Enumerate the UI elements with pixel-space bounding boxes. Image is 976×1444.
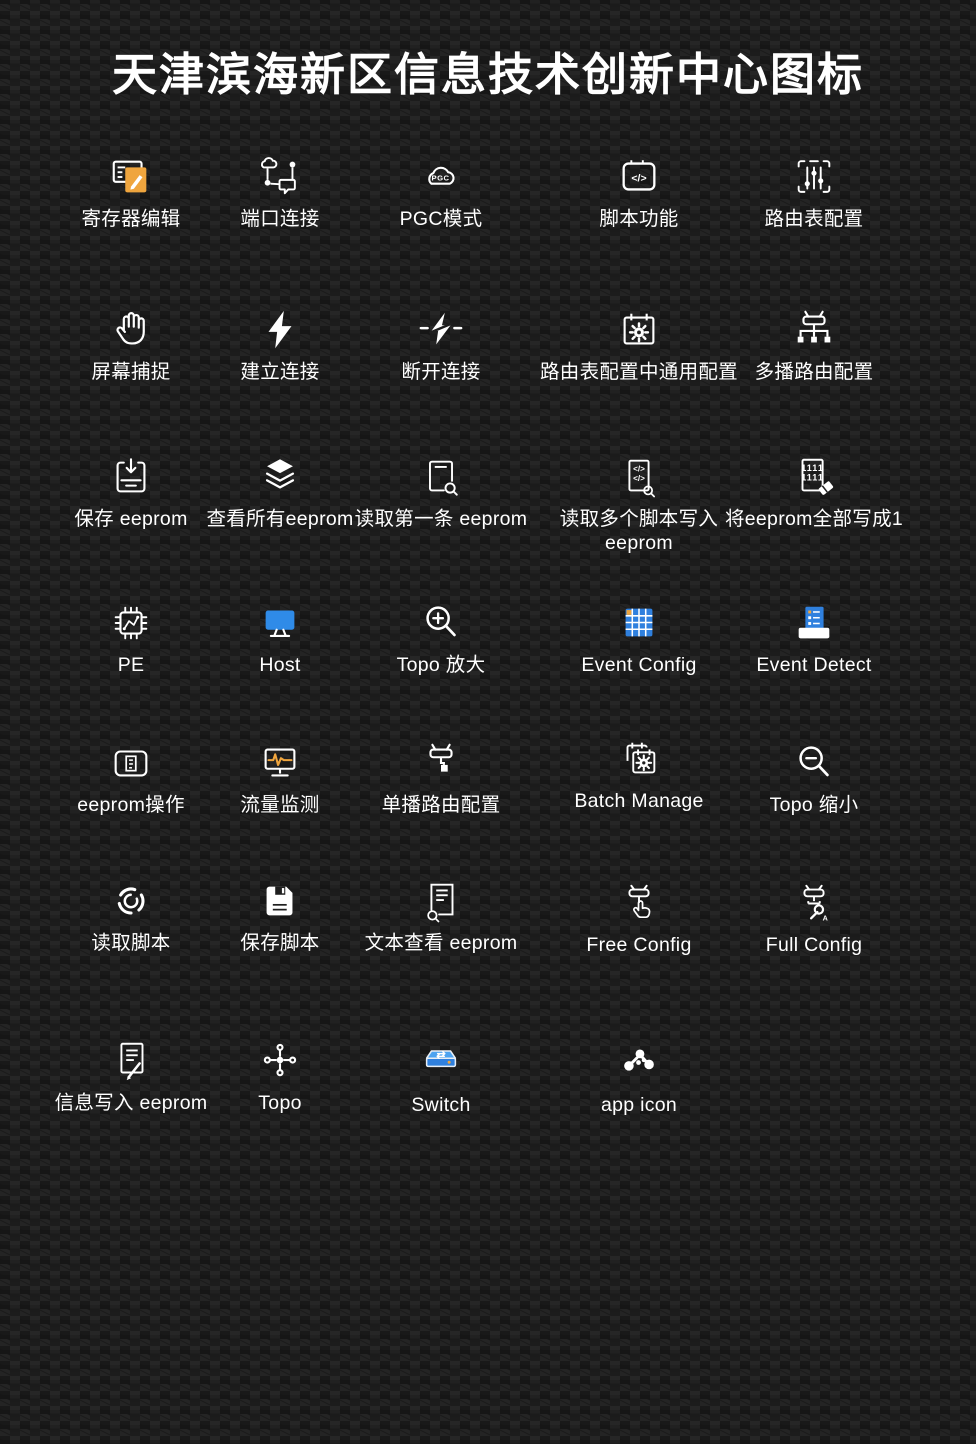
icon-label: 读取脚本 [91,931,170,955]
icon-label: Event Config [581,653,696,677]
multicast-router-icon [791,303,837,353]
refresh-rings-icon [108,874,154,924]
icon-label: Topo [258,1091,302,1115]
topology-icon [257,1034,303,1084]
icon-label: Batch Manage [574,789,703,813]
save-box-icon [108,450,154,500]
waveform-monitor-icon [257,736,303,786]
icon-card: Topo 放大 [331,596,551,677]
switch-device-icon [418,1036,464,1086]
icon-label: Full Config [766,933,863,957]
svg-text:</>: </> [633,464,645,473]
icon-label: 路由表配置 [764,207,863,231]
icon-label: 脚本功能 [599,207,678,231]
icon-card: 单播路由配置 [331,736,551,817]
icon-card: 1111 1111 将eeprom全部写成1 [704,450,924,531]
register-edit-icon [108,150,154,200]
icon-label: eeprom操作 [77,793,185,817]
router-wrench-icon: A [791,876,837,926]
monitor-icon [257,596,303,646]
text-doc-search-icon [418,874,464,924]
routing-table-sliders-icon [791,150,837,200]
hand-icon [108,303,154,353]
eeprom-card-icon [108,736,154,786]
icon-label: 屏幕捕捉 [91,360,170,384]
icon-card: A Full Config [704,876,924,957]
icon-label: Topo 放大 [397,653,486,677]
svg-text:PGC: PGC [432,173,450,182]
chip-icon [108,596,154,646]
unicast-router-icon [418,736,464,786]
doc-pencil-icon [108,1034,154,1084]
icon-card: 断开连接 [331,303,551,384]
svg-text:A: A [823,915,828,923]
icon-label: app icon [601,1093,677,1117]
page-title: 天津滨海新区信息技术创新中心图标 [0,38,976,103]
icon-label: Switch [411,1093,470,1117]
icon-card: 读取第一条 eeprom [331,450,551,531]
batch-calendars-gear-icon [616,732,662,782]
svg-text:</>: </> [631,172,646,184]
icon-card: Topo 缩小 [704,736,924,817]
broken-lightning-icon [418,303,464,353]
icon-label: Event Detect [756,653,871,677]
inbox-doc-icon [791,596,837,646]
icon-card: Event Detect [704,596,924,677]
layers-icon [257,450,303,500]
app-molecule-icon [616,1036,662,1086]
zoom-in-icon [418,596,464,646]
icon-label: 读取多个脚本写入 eeprom [552,507,727,556]
icon-card: PGC PGC模式 [331,150,551,231]
script-window-icon: </> [616,150,662,200]
icon-card: 多播路由配置 [704,303,924,384]
svg-text:1111: 1111 [801,472,824,482]
icon-label: 多播路由配置 [755,360,874,384]
icon-label: 文本查看 eeprom [365,931,518,955]
icon-card: 文本查看 eeprom [331,874,551,955]
icon-label: PE [118,653,145,677]
svg-text:</>: </> [633,474,645,483]
icon-card: Switch [331,1036,551,1117]
icon-label: 读取第一条 eeprom [355,507,528,531]
icon-label: PGC模式 [400,207,483,231]
script-doc-search-icon: </> </> [616,450,662,500]
icon-label: 断开连接 [401,360,480,384]
pgc-cloud-icon: PGC [418,150,464,200]
icon-label: Host [259,653,300,677]
icon-card: app icon [529,1036,749,1117]
icon-label: 寄存器编辑 [81,207,180,231]
doc-search-icon [418,450,464,500]
icon-card: 路由表配置 [704,150,924,231]
icon-label: 单播路由配置 [382,793,501,817]
floppy-icon [257,874,303,924]
calendar-gear-icon [616,303,662,353]
doc-eraser-icon: 1111 1111 [791,450,837,500]
icon-label: 建立连接 [240,360,319,384]
router-hand-icon [616,876,662,926]
lightning-icon [257,303,303,353]
zoom-out-icon [791,736,837,786]
port-connection-icon [257,150,303,200]
icon-label: 端口连接 [240,207,319,231]
calendar-grid-icon [616,596,662,646]
svg-text:1111: 1111 [801,463,824,473]
icon-label: Free Config [586,933,691,957]
icon-label: 保存脚本 [240,931,319,955]
icon-label: 将eeprom全部写成1 [725,507,903,531]
icon-label: Topo 缩小 [770,793,859,817]
icon-label: 流量监测 [240,793,319,817]
